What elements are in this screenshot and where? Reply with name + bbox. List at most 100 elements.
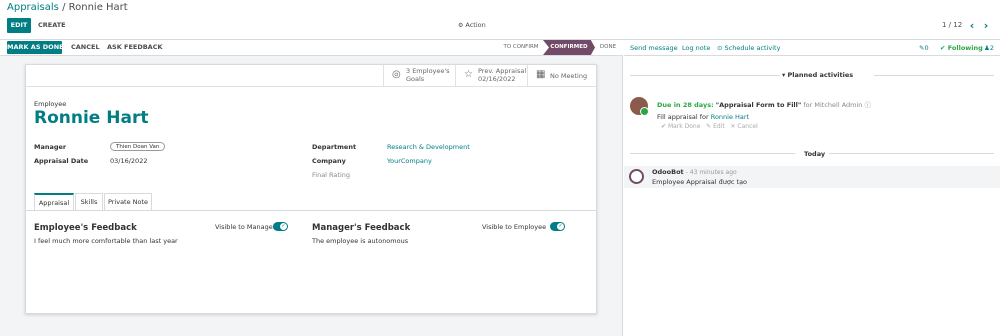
activity-title: "Appraisal Form to Fill" xyxy=(715,101,802,109)
star-icon: ☆ xyxy=(464,69,473,80)
attachments-button[interactable]: ✎0 xyxy=(919,40,929,56)
activity-desc-prefix: Fill appraisal for xyxy=(657,113,709,121)
stage-confirmed[interactable]: CONFIRMED xyxy=(543,40,595,55)
manager-feedback-title: Manager's Feedback xyxy=(312,223,411,233)
schedule-activity-button[interactable]: ⊙ Schedule activity xyxy=(717,40,780,56)
department-label: Department xyxy=(312,143,357,151)
goals-smart-button[interactable]: ◎ 3 Employee's Goals xyxy=(383,65,455,87)
odoobot-avatar xyxy=(629,169,644,184)
meeting-label: No Meeting xyxy=(550,72,588,80)
breadcrumb-current: Ronnie Hart xyxy=(68,2,128,13)
message-item: OdooBot - 43 minutes ago Employee Apprai… xyxy=(624,166,1000,188)
activity-desc-link[interactable]: Ronnie Hart xyxy=(711,113,749,121)
employee-label: Employee xyxy=(34,100,67,108)
manager-label: Manager xyxy=(34,143,67,151)
breadcrumb-parent-link[interactable]: Appraisals xyxy=(7,2,59,13)
following-button[interactable]: ✔ Following xyxy=(940,40,983,56)
send-message-button[interactable]: Send message xyxy=(630,40,678,56)
smart-button-box: ◎ 3 Employee's Goals ☆ Prev. Appraisal 0… xyxy=(26,65,596,87)
prev-appraisal-date: 02/16/2022 xyxy=(478,74,516,83)
activity-header: Due in 28 days: "Appraisal Form to Fill"… xyxy=(657,99,871,109)
goals-label: Goals xyxy=(406,74,425,83)
stage-done[interactable]: DONE xyxy=(596,40,620,55)
following-label: Following xyxy=(947,44,983,52)
caret-down-icon: ▾ xyxy=(782,71,786,79)
ask-feedback-button[interactable]: ASK FEEDBACK xyxy=(107,41,163,54)
appraisal-date-value[interactable]: 03/16/2022 xyxy=(110,157,147,165)
goals-text: 3 Employee's Goals xyxy=(406,67,450,83)
breadcrumb-separator: / xyxy=(58,2,69,13)
mark-as-done-button[interactable]: MARK AS DONE xyxy=(7,41,64,54)
activity-description: Fill appraisal for Ronnie Hart xyxy=(657,113,749,121)
chatter-panel: Send message Log note ⊙ Schedule activit… xyxy=(624,40,1000,336)
form-sheet: ◎ 3 Employee's Goals ☆ Prev. Appraisal 0… xyxy=(25,64,597,314)
chatter-topbar: Send message Log note ⊙ Schedule activit… xyxy=(624,40,1000,56)
breadcrumb: Appraisals / Ronnie Hart xyxy=(7,2,128,13)
form-area: MARK AS DONE CANCEL ASK FEEDBACK TO CONF… xyxy=(0,40,623,336)
action-menu[interactable]: ⚙ Action xyxy=(458,18,486,33)
statusbar: MARK AS DONE CANCEL ASK FEEDBACK TO CONF… xyxy=(0,40,623,56)
cancel-button[interactable]: CANCEL xyxy=(71,41,100,54)
employee-feedback-text[interactable]: I feel much more comfortable than last y… xyxy=(34,237,178,245)
action-label: Action xyxy=(465,21,486,29)
today-divider-right xyxy=(829,153,994,154)
activity-cancel-label: Cancel xyxy=(737,123,758,130)
activity-actions: ✔ Mark Done ✎ Edit ✕ Cancel xyxy=(661,123,758,130)
control-panel: Appraisals / Ronnie Hart EDIT CREATE ⚙ Ac… xyxy=(0,0,1000,40)
create-button[interactable]: CREATE xyxy=(38,18,66,33)
pager-previous-icon[interactable]: ‹ xyxy=(966,18,978,33)
followers-count: 2 xyxy=(989,44,994,52)
message-author: OdooBot xyxy=(652,168,684,176)
company-label: Company xyxy=(312,157,346,165)
visible-to-manager-label: Visible to Manager xyxy=(215,223,276,231)
tab-appraisal[interactable]: Appraisal xyxy=(34,193,74,210)
activity-edit-button[interactable]: ✎ Edit xyxy=(706,123,725,130)
tab-private-note[interactable]: Private Note xyxy=(104,193,152,210)
prev-appraisal-text: Prev. Appraisal 02/16/2022 xyxy=(478,67,526,83)
stage-to-confirm[interactable]: TO CONFIRM xyxy=(498,40,544,55)
activity-assignee: for Mitchell Admin xyxy=(803,101,863,109)
pager-next-icon[interactable]: › xyxy=(980,18,992,33)
followers-button[interactable]: ♟2 xyxy=(984,40,994,56)
message-body: Employee Appraisal được tạo xyxy=(652,178,748,186)
employee-name[interactable]: Ronnie Hart xyxy=(34,108,148,128)
mark-done-label: Mark Done xyxy=(667,123,701,130)
log-note-button[interactable]: Log note xyxy=(682,40,710,56)
check-icon: ✔ xyxy=(940,44,946,52)
planned-divider-right xyxy=(874,75,994,76)
meeting-smart-button[interactable]: ▦ No Meeting xyxy=(527,65,596,87)
manager-feedback-text[interactable]: The employee is autonomous xyxy=(312,237,408,245)
planned-divider-left xyxy=(630,75,780,76)
employee-feedback-title: Employee's Feedback xyxy=(34,223,137,233)
planned-activities-label: Planned activities xyxy=(787,71,854,79)
message-time: - 43 minutes ago xyxy=(685,169,737,176)
clock-icon: ⊙ xyxy=(717,44,723,52)
target-icon: ◎ xyxy=(392,69,401,80)
gear-icon: ⚙ xyxy=(458,22,464,29)
final-rating-label: Final Rating xyxy=(312,171,351,179)
tab-skills[interactable]: Skills xyxy=(75,193,103,210)
activity-edit-label: Edit xyxy=(713,123,725,130)
department-link[interactable]: Research & Development xyxy=(387,143,470,151)
activity-due: Due in 28 days: xyxy=(657,101,714,109)
info-icon[interactable]: ⓘ xyxy=(865,101,872,109)
attachments-count: 0 xyxy=(924,44,929,52)
pager-value[interactable]: 1 / 12 xyxy=(942,18,962,33)
visible-to-employee-toggle[interactable] xyxy=(550,222,565,231)
appraisal-date-label: Appraisal Date xyxy=(34,157,89,165)
edit-button[interactable]: EDIT xyxy=(7,18,31,33)
manager-tag[interactable]: Thien Doan Van xyxy=(110,142,166,151)
mark-done-button[interactable]: ✔ Mark Done xyxy=(661,123,700,130)
company-link[interactable]: YourCompany xyxy=(387,157,432,165)
visible-to-employee-label: Visible to Employee xyxy=(482,223,547,231)
today-divider-left xyxy=(630,153,795,154)
schedule-activity-label: Schedule activity xyxy=(724,44,781,52)
activity-type-icon xyxy=(640,107,649,116)
today-label: Today xyxy=(804,150,826,158)
prev-appraisal-smart-button[interactable]: ☆ Prev. Appraisal 02/16/2022 xyxy=(455,65,527,87)
planned-activities-toggle[interactable]: ▾ Planned activities xyxy=(782,71,853,79)
visible-to-manager-toggle[interactable] xyxy=(273,222,288,231)
activity-cancel-button[interactable]: ✕ Cancel xyxy=(730,123,757,130)
tab-divider xyxy=(26,210,596,211)
message-header: OdooBot - 43 minutes ago xyxy=(652,168,737,176)
